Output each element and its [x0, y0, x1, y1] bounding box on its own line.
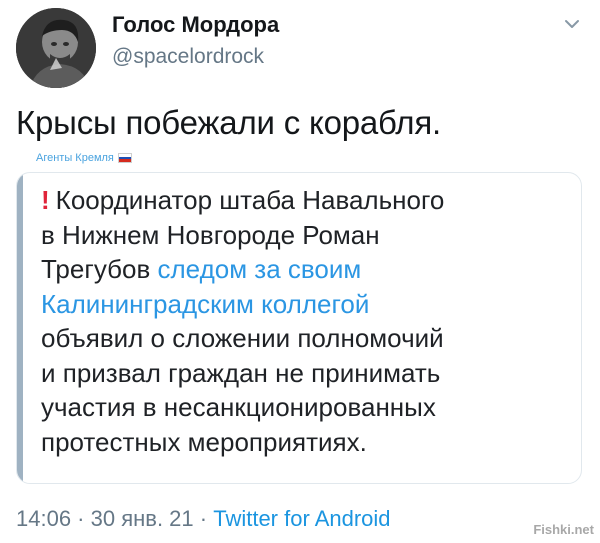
card-line: и призвал граждан не принимать [41, 356, 571, 391]
card-body: ! Координатор штаба Навального в Нижнем Н… [41, 183, 571, 459]
card-text: Трегубов [41, 254, 158, 284]
card-line: ! Координатор штаба Навального [41, 183, 571, 218]
card-line: объявил о сложении полномочий [41, 321, 571, 356]
card-text: в Нижнем Новгороде Роман [41, 219, 380, 250]
card-line: Трегубов следом за своим [41, 252, 571, 287]
tweet-date[interactable]: 30 янв. 21 [91, 506, 194, 531]
meta-separator: · [71, 506, 91, 531]
exclamation-icon: ! [41, 185, 50, 215]
card-text: и призвал граждан не принимать [41, 357, 441, 388]
card-line: участия в несанкционированных [41, 390, 571, 425]
source-caption-label: Агенты Кремля [36, 152, 114, 164]
watermark: Fishki.net [533, 522, 594, 537]
source-app-link[interactable]: Twitter for Android [213, 506, 390, 531]
card-text: Координатор штаба Навального [55, 185, 445, 215]
meta-separator: · [193, 506, 214, 531]
card-line: протестных мероприятиях. [41, 425, 571, 460]
source-caption: Агенты Кремля [36, 152, 132, 164]
quoted-post-card[interactable]: ! Координатор штаба Навального в Нижнем Н… [16, 172, 582, 484]
card-text: протестных мероприятиях. [41, 426, 367, 457]
tweet-text: Крысы побежали с корабля. [16, 104, 441, 141]
display-name[interactable]: Голос Мордора [112, 12, 279, 38]
avatar[interactable] [16, 8, 96, 88]
card-text: участия в несанкционированных [41, 392, 436, 422]
card-link[interactable]: Калининградским коллегой [41, 289, 369, 319]
card-link[interactable]: следом за своим [158, 254, 362, 284]
tweet-time[interactable]: 14:06 [16, 506, 71, 531]
card-accent-bar [17, 173, 23, 483]
chevron-down-icon[interactable] [562, 14, 582, 34]
avatar-photo [16, 8, 96, 88]
user-handle[interactable]: @spacelordrock [112, 45, 264, 69]
card-text: объявил о сложении полномочий [41, 323, 444, 353]
card-line: в Нижнем Новгороде Роман [41, 218, 571, 253]
tweet-screenshot: Голос Мордора @spacelordrock Крысы побеж… [0, 0, 600, 543]
card-line: Калининградским коллегой [41, 287, 571, 322]
russia-flag-icon [117, 153, 132, 163]
tweet-meta: 14:06 · 30 янв. 21 · Twitter for Android [16, 506, 391, 532]
